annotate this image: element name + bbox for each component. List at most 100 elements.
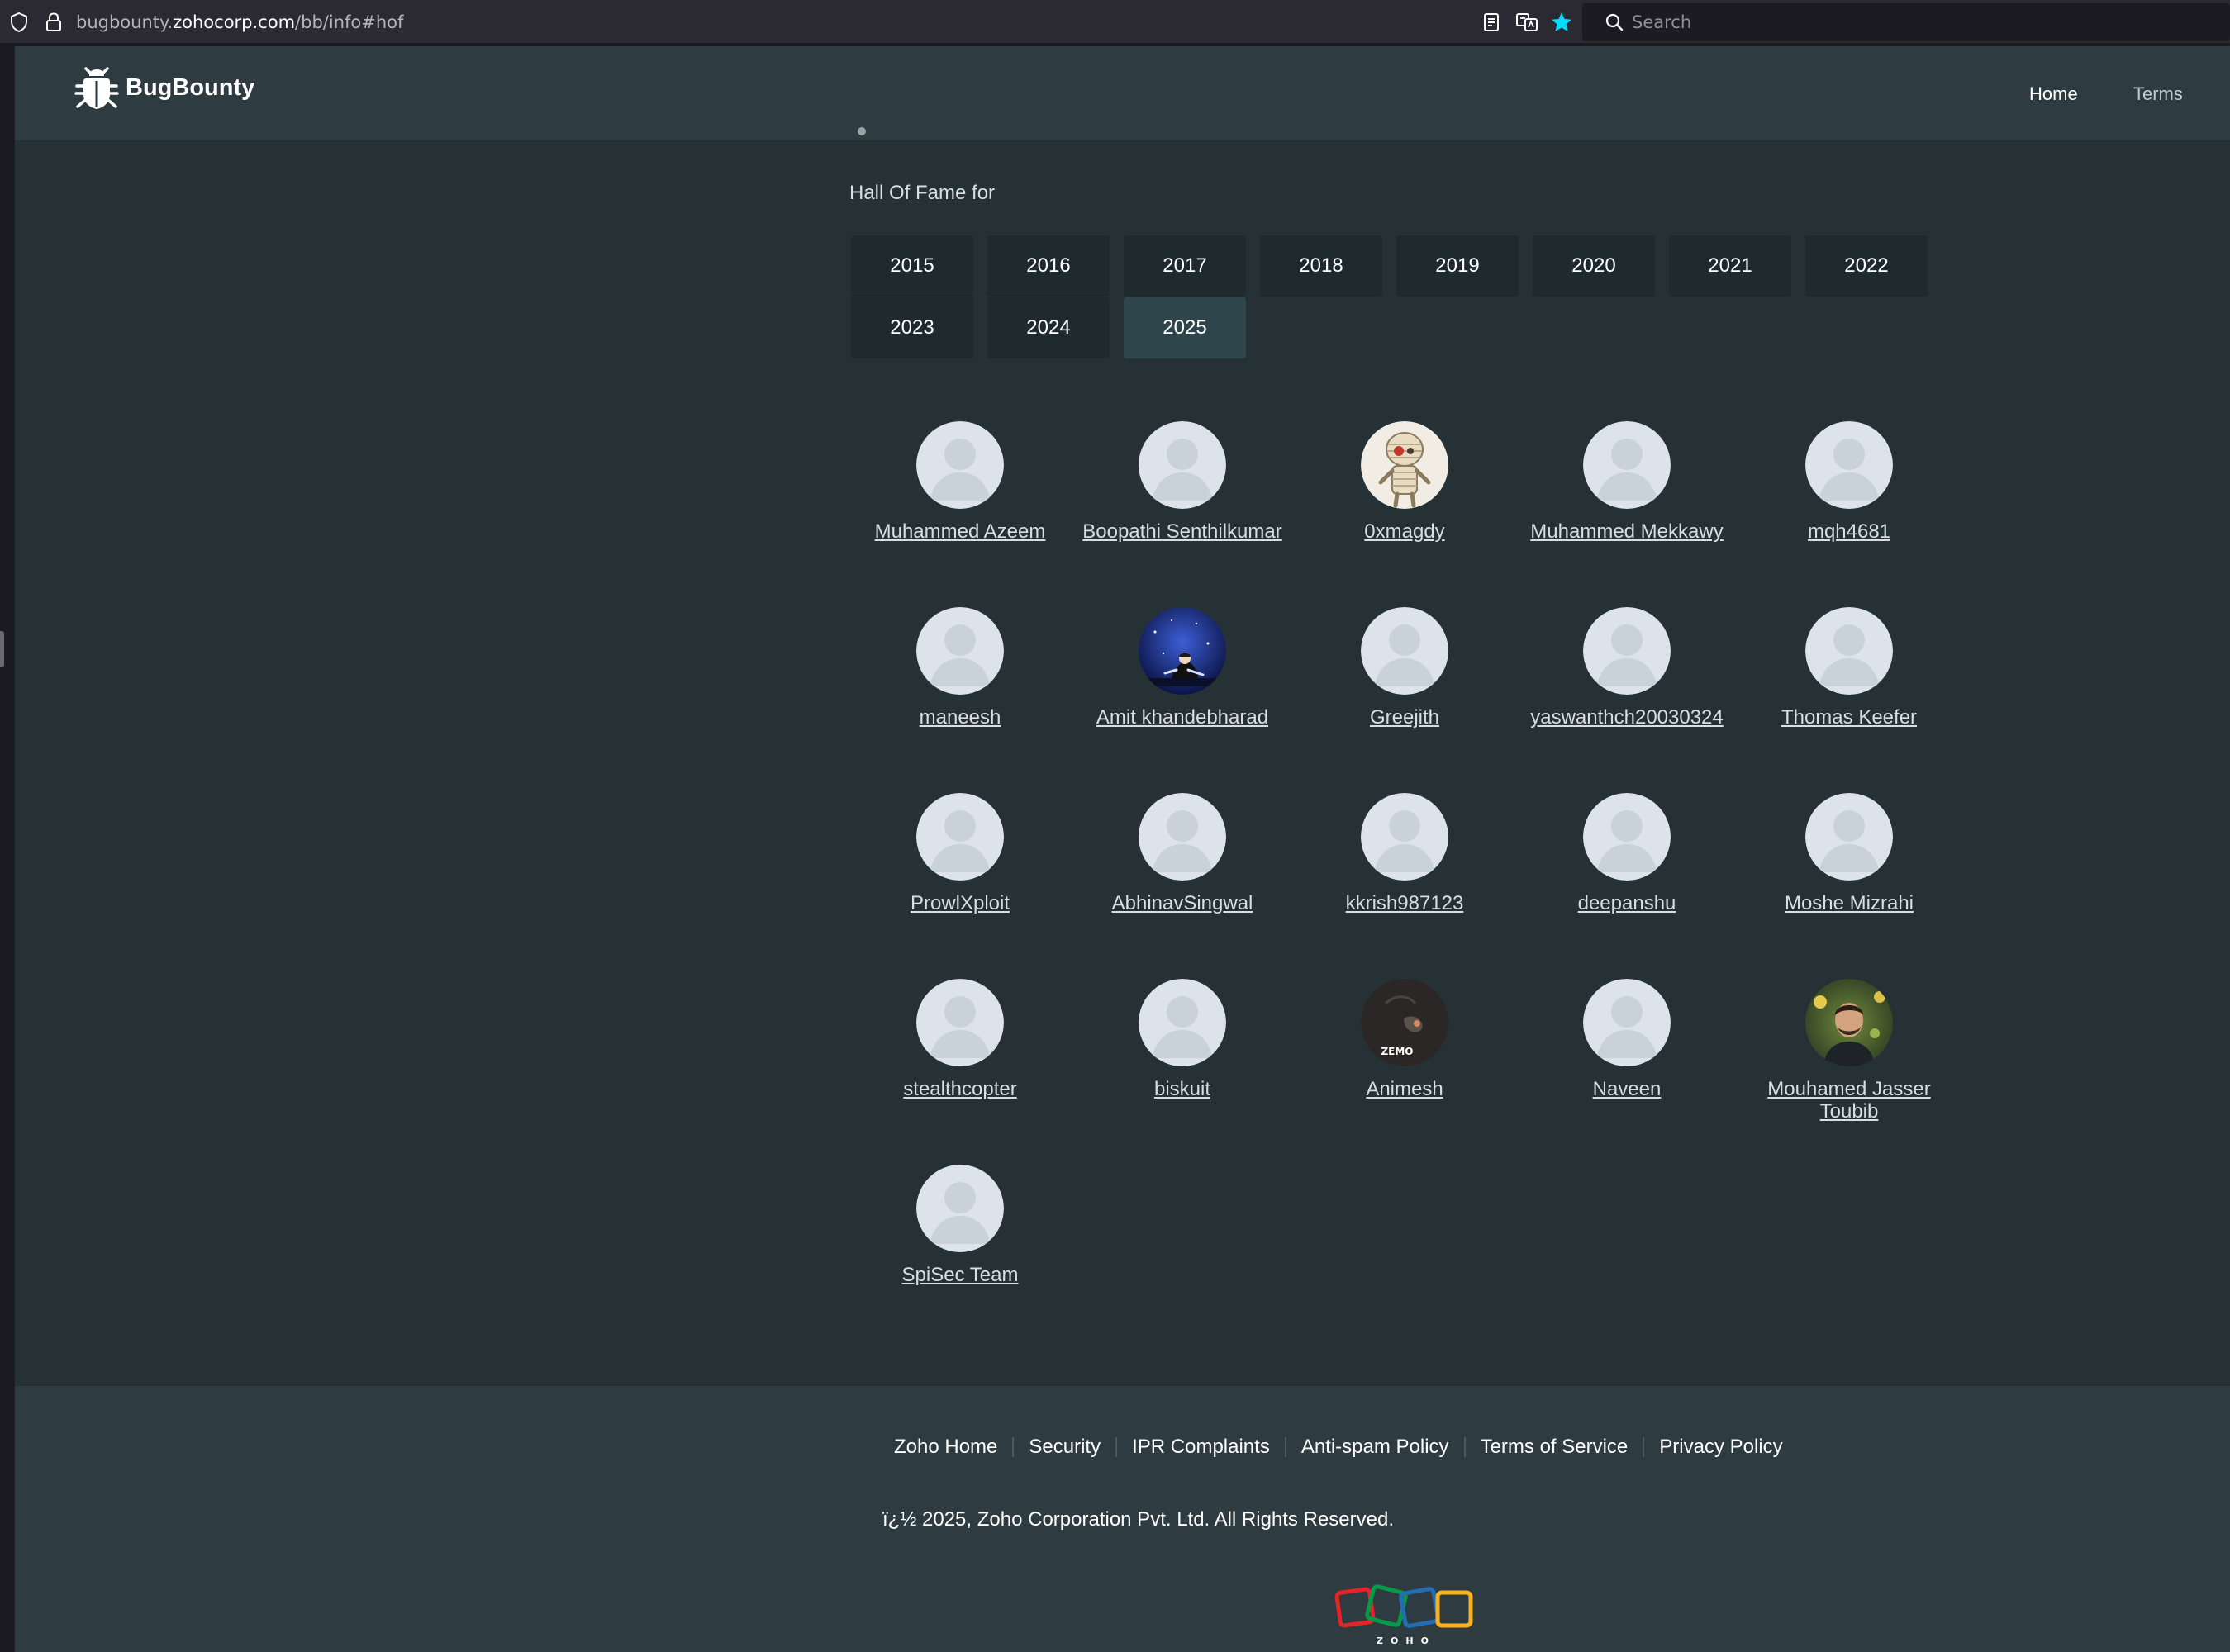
hof-member-name-link[interactable]: Animesh [1293, 1078, 1516, 1100]
zoho-logo[interactable]: ZOHO [1332, 1583, 1481, 1649]
night-sky-avatar-image[interactable] [1139, 607, 1226, 695]
year-tab-2015[interactable]: 2015 [851, 235, 973, 297]
svg-text:ZEMO: ZEMO [1381, 1046, 1413, 1057]
hof-member-card: Amit khandebharad [1071, 607, 1294, 729]
default-avatar-icon[interactable] [916, 607, 1004, 695]
sidebar-edge [0, 45, 15, 1652]
footer-link-security[interactable]: Security [1029, 1434, 1101, 1460]
hof-member-name-link[interactable]: Moshe Mizrahi [1738, 892, 1961, 914]
hof-member-card: Muhammed Azeem [849, 421, 1072, 543]
year-tab-2022[interactable]: 2022 [1805, 235, 1928, 297]
year-tab-2021[interactable]: 2021 [1669, 235, 1791, 297]
year-tab-2023[interactable]: 2023 [851, 297, 973, 358]
year-tab-2020[interactable]: 2020 [1533, 235, 1655, 297]
hof-member-card: yaswanthch20030324 [1515, 607, 1738, 729]
hof-member-name-link[interactable]: Amit khandebharad [1071, 706, 1294, 729]
default-avatar-icon[interactable] [1361, 793, 1448, 881]
hof-member-card: biskuit [1071, 979, 1294, 1100]
hof-member-name-link[interactable]: Mouhamed Jasser Toubib [1738, 1078, 1961, 1123]
search-icon [1605, 13, 1624, 31]
hof-member-name-link[interactable]: Muhammed Mekkawy [1515, 520, 1738, 543]
mummy-cartoon-avatar-image[interactable] [1361, 421, 1448, 509]
default-avatar-icon[interactable] [1139, 421, 1226, 509]
photo-avatar-image[interactable] [1805, 979, 1893, 1066]
hof-member-name-link[interactable]: biskuit [1071, 1078, 1294, 1100]
hof-member-name-link[interactable]: Greejith [1293, 706, 1516, 729]
zemo-dark-avatar-image[interactable]: ZEMO [1361, 979, 1448, 1066]
hof-member-card: Boopathi Senthilkumar [1071, 421, 1294, 543]
default-avatar-icon[interactable] [1361, 607, 1448, 695]
year-tab-2016[interactable]: 2016 [987, 235, 1110, 297]
hof-member-name-link[interactable]: mqh4681 [1738, 520, 1961, 543]
hof-member-name-link[interactable]: ProwlXploit [849, 892, 1072, 914]
page-footer: Zoho Home Security IPR Complaints Anti-spam… [15, 1386, 2230, 1652]
default-avatar-icon[interactable] [1583, 421, 1671, 509]
default-avatar-icon[interactable] [1805, 607, 1893, 695]
default-avatar-icon[interactable] [916, 793, 1004, 881]
hof-member-card: Muhammed Mekkawy [1515, 421, 1738, 543]
footer-link-terms-of-service[interactable]: Terms of Service [1481, 1434, 1629, 1460]
hof-member-name-link[interactable]: AbhinavSingwal [1071, 892, 1294, 914]
footer-separator [1463, 1437, 1466, 1457]
default-avatar-icon[interactable] [1139, 793, 1226, 881]
default-avatar-icon[interactable] [1583, 793, 1671, 881]
default-avatar-icon[interactable] [1583, 607, 1671, 695]
footer-separator [1115, 1437, 1118, 1457]
sidebar-handle[interactable] [0, 631, 4, 667]
zoho-logo-text: ZOHO [1377, 1635, 1436, 1646]
url-bar[interactable]: bugbounty.zohocorp.com/bb/info#hof [76, 11, 403, 34]
year-tab-2018[interactable]: 2018 [1260, 235, 1382, 297]
search-placeholder: Search [1632, 12, 1692, 32]
brand-name[interactable]: BugBounty [126, 71, 254, 104]
default-avatar-icon[interactable] [1805, 793, 1893, 881]
lock-icon[interactable] [43, 11, 64, 34]
default-avatar-icon[interactable] [916, 421, 1004, 509]
hof-member-card: stealthcopter [849, 979, 1072, 1100]
bug-logo-icon[interactable] [74, 66, 119, 112]
year-tab-2024[interactable]: 2024 [987, 297, 1110, 358]
hof-member-card: maneesh [849, 607, 1072, 729]
translate-icon[interactable] [1514, 10, 1539, 35]
hof-member-name-link[interactable]: 0xmagdy [1293, 520, 1516, 543]
footer-separator [1284, 1437, 1286, 1457]
hof-member-card: SpiSec Team [849, 1165, 1072, 1286]
browser-toolbar: bugbounty.zohocorp.com/bb/info#hof Searc… [0, 0, 2230, 45]
hof-member-name-link[interactable]: stealthcopter [849, 1078, 1072, 1100]
footer-link-privacy-policy[interactable]: Privacy Policy [1659, 1434, 1782, 1460]
nav-terms-link[interactable]: Terms [2133, 83, 2183, 106]
year-tab-2017[interactable]: 2017 [1124, 235, 1246, 297]
copyright-text: ï¿½ 2025, Zoho Corporation Pvt. Ltd. All… [882, 1508, 1394, 1531]
hof-member-card: Thomas Keefer [1738, 607, 1961, 729]
app-header: BugBounty Home Terms [15, 46, 2230, 140]
default-avatar-icon[interactable] [1583, 979, 1671, 1066]
shield-icon[interactable] [8, 11, 30, 34]
hof-member-card: 0xmagdy [1293, 421, 1516, 543]
default-avatar-icon[interactable] [916, 979, 1004, 1066]
year-tab-2025[interactable]: 2025 [1124, 297, 1246, 358]
bookmark-star-icon[interactable] [1549, 10, 1574, 35]
hof-member-card: AbhinavSingwal [1071, 793, 1294, 914]
browser-search-field[interactable]: Search [1582, 3, 2230, 41]
footer-link-ipr-complaints[interactable]: IPR Complaints [1132, 1434, 1270, 1460]
hof-member-name-link[interactable]: Thomas Keefer [1738, 706, 1961, 729]
reader-view-icon[interactable] [1479, 10, 1504, 35]
hof-member-name-link[interactable]: yaswanthch20030324 [1515, 706, 1738, 729]
footer-link-anti-spam-policy[interactable]: Anti-spam Policy [1301, 1434, 1449, 1460]
default-avatar-icon[interactable] [1139, 979, 1226, 1066]
hof-member-card: Naveen [1515, 979, 1738, 1100]
hof-member-name-link[interactable]: maneesh [849, 706, 1072, 729]
main-content: Hall Of Fame for 2015 2016 2017 2018 2019 202… [15, 127, 2230, 1386]
hof-member-name-link[interactable]: SpiSec Team [849, 1264, 1072, 1286]
hof-member-name-link[interactable]: Muhammed Azeem [849, 520, 1072, 543]
year-tab-2019[interactable]: 2019 [1396, 235, 1519, 297]
hof-member-name-link[interactable]: deepanshu [1515, 892, 1738, 914]
footer-link-zoho-home[interactable]: Zoho Home [894, 1434, 997, 1460]
hof-member-name-link[interactable]: kkrish987123 [1293, 892, 1516, 914]
hof-member-name-link[interactable]: Naveen [1515, 1078, 1738, 1100]
default-avatar-icon[interactable] [916, 1165, 1004, 1252]
nav-home-link[interactable]: Home [2029, 83, 2078, 106]
hof-member-name-link[interactable]: Boopathi Senthilkumar [1071, 520, 1294, 543]
hall-of-fame-title: Hall Of Fame for [849, 182, 996, 204]
footer-links: Zoho Home Security IPR Complaints Anti-spam… [894, 1434, 1783, 1460]
default-avatar-icon[interactable] [1805, 421, 1893, 509]
